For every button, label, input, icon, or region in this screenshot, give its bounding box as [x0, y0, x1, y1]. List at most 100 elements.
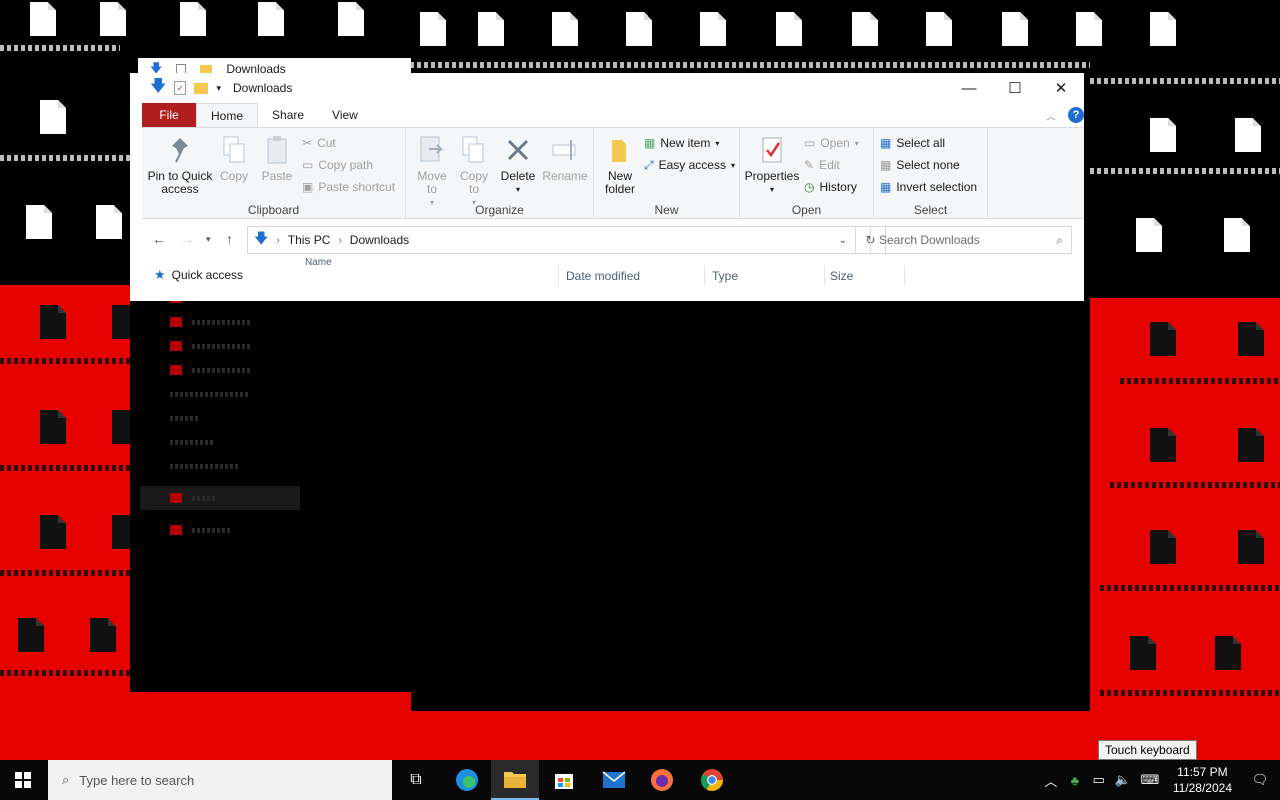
- clock[interactable]: 11:57 PM 11/28/2024: [1165, 764, 1240, 796]
- desktop-file-icon[interactable]: [338, 2, 364, 36]
- desktop-file-icon[interactable]: [40, 410, 66, 444]
- tab-home[interactable]: Home: [196, 103, 259, 127]
- tab-view[interactable]: View: [318, 103, 372, 127]
- notifications-icon[interactable]: 🗨: [1240, 772, 1280, 788]
- column-name[interactable]: Name: [305, 257, 332, 268]
- history-button[interactable]: ◷ History: [804, 177, 857, 197]
- copy-button[interactable]: Copy: [216, 134, 252, 183]
- copy-to-button[interactable]: Copy to ▾: [454, 134, 494, 209]
- desktop-file-icon[interactable]: [1150, 118, 1176, 152]
- desktop-file-icon[interactable]: [90, 618, 116, 652]
- paste-button[interactable]: Paste: [258, 134, 296, 183]
- desktop-file-icon[interactable]: [1235, 118, 1261, 152]
- desktop-file-icon[interactable]: [926, 12, 952, 46]
- breadcrumb-separator-icon[interactable]: ›: [276, 235, 279, 246]
- store-taskbar-button[interactable]: [540, 760, 588, 800]
- edit-button[interactable]: ✎ Edit: [804, 155, 840, 175]
- invert-selection-button[interactable]: ▦ Invert selection: [880, 177, 977, 197]
- desktop-file-icon[interactable]: [18, 618, 44, 652]
- address-history-chevron-icon[interactable]: ⌄: [839, 235, 847, 246]
- column-size[interactable]: Size: [830, 269, 853, 283]
- new-folder-button[interactable]: New folder: [598, 134, 642, 196]
- breadcrumb-downloads[interactable]: Downloads: [350, 233, 409, 247]
- breadcrumb-this-pc[interactable]: This PC: [288, 233, 331, 247]
- file-explorer-taskbar-button[interactable]: [491, 760, 539, 800]
- new-item-button[interactable]: ▦ New item ▾: [644, 133, 719, 153]
- desktop-file-icon[interactable]: [1136, 218, 1162, 252]
- up-arrow-icon[interactable]: ↑: [226, 231, 233, 247]
- column-type[interactable]: Type: [712, 269, 738, 283]
- cut-button[interactable]: ✂ Cut: [302, 133, 336, 153]
- file-list-pane[interactable]: [411, 301, 1090, 711]
- easy-access-button[interactable]: ⤢ Easy access ▾: [644, 155, 735, 175]
- desktop-file-icon[interactable]: [1150, 12, 1176, 46]
- start-button[interactable]: [0, 760, 46, 800]
- desktop-file-icon[interactable]: [700, 12, 726, 46]
- app-tray-icon[interactable]: ♣: [1063, 773, 1087, 788]
- volume-icon[interactable]: 🔈: [1111, 772, 1135, 788]
- desktop-file-icon[interactable]: [258, 2, 284, 36]
- show-hidden-icons-chevron-icon[interactable]: ︿: [1039, 771, 1063, 790]
- desktop-file-icon[interactable]: [552, 12, 578, 46]
- desktop-file-icon[interactable]: [30, 2, 56, 36]
- delete-button[interactable]: Delete ▾: [498, 134, 538, 196]
- rename-button[interactable]: Rename: [540, 134, 590, 183]
- properties-qat-icon[interactable]: ✓: [174, 81, 187, 95]
- desktop-file-icon[interactable]: [26, 205, 52, 239]
- desktop-file-icon[interactable]: [40, 515, 66, 549]
- pin-quick-access-button[interactable]: Pin to Quick access: [148, 134, 212, 196]
- touch-keyboard-icon[interactable]: ⌨: [1135, 772, 1165, 788]
- close-button[interactable]: ✕: [1038, 73, 1084, 103]
- move-to-button[interactable]: Move to ▾: [412, 134, 452, 209]
- address-bar[interactable]: 🡇 › This PC › Downloads ⌄: [247, 226, 856, 254]
- network-icon[interactable]: ▭: [1087, 772, 1111, 788]
- minimize-button[interactable]: —: [946, 73, 992, 103]
- desktop-file-icon[interactable]: [180, 2, 206, 36]
- desktop-file-icon[interactable]: [1150, 428, 1176, 462]
- customize-qat-chevron-icon[interactable]: ▾: [216, 83, 221, 94]
- properties-button[interactable]: Properties ▾: [744, 134, 800, 196]
- desktop-file-icon[interactable]: [1150, 530, 1176, 564]
- title-bar[interactable]: 🡇 ✓ ▾ Downloads — ☐ ✕: [130, 73, 1084, 103]
- new-folder-qat-icon[interactable]: [194, 82, 209, 94]
- desktop-file-icon[interactable]: [1076, 12, 1102, 46]
- desktop-file-icon[interactable]: [40, 305, 66, 339]
- forward-arrow-icon[interactable]: →: [180, 231, 194, 247]
- desktop-file-icon[interactable]: [1130, 636, 1156, 670]
- task-view-button[interactable]: ⧉: [392, 760, 440, 800]
- desktop-file-icon[interactable]: [478, 12, 504, 46]
- chrome-taskbar-button[interactable]: [688, 760, 736, 800]
- taskbar-search-input[interactable]: ⌕ Type here to search: [48, 760, 392, 800]
- desktop-file-icon[interactable]: [1150, 322, 1176, 356]
- back-arrow-icon[interactable]: ←: [152, 231, 166, 247]
- recent-locations-chevron-icon[interactable]: ▾: [206, 234, 211, 245]
- search-input[interactable]: Search Downloads ⌕: [870, 226, 1072, 254]
- tab-share[interactable]: Share: [258, 103, 318, 127]
- breadcrumb-separator-icon[interactable]: ›: [338, 235, 341, 246]
- column-date-modified[interactable]: Date modified: [566, 269, 640, 283]
- desktop-file-icon[interactable]: [776, 12, 802, 46]
- maximize-button[interactable]: ☐: [992, 73, 1038, 103]
- desktop-file-icon[interactable]: [1238, 428, 1264, 462]
- desktop-file-icon[interactable]: [420, 12, 446, 46]
- desktop-file-icon[interactable]: [852, 12, 878, 46]
- desktop-file-icon[interactable]: [100, 2, 126, 36]
- desktop-file-icon[interactable]: [1215, 636, 1241, 670]
- desktop-file-icon[interactable]: [626, 12, 652, 46]
- tab-file[interactable]: File: [142, 103, 196, 127]
- desktop-file-icon[interactable]: [1002, 12, 1028, 46]
- open-button[interactable]: ▭ Open ▾: [804, 133, 859, 153]
- desktop-file-icon[interactable]: [1238, 322, 1264, 356]
- mail-taskbar-button[interactable]: [590, 760, 638, 800]
- desktop-file-icon[interactable]: [40, 100, 66, 134]
- edge-taskbar-button[interactable]: [443, 760, 491, 800]
- copy-path-button[interactable]: ▭ Copy path: [302, 155, 373, 175]
- select-all-button[interactable]: ▦ Select all: [880, 133, 945, 153]
- firefox-taskbar-button[interactable]: [638, 760, 686, 800]
- desktop-file-icon[interactable]: [96, 205, 122, 239]
- select-none-button[interactable]: ▦ Select none: [880, 155, 960, 175]
- desktop-file-icon[interactable]: [1224, 218, 1250, 252]
- help-icon[interactable]: ?: [1068, 107, 1084, 123]
- collapse-ribbon-chevron-icon[interactable]: ︿: [1046, 108, 1056, 123]
- paste-shortcut-button[interactable]: ▣ Paste shortcut: [302, 177, 395, 197]
